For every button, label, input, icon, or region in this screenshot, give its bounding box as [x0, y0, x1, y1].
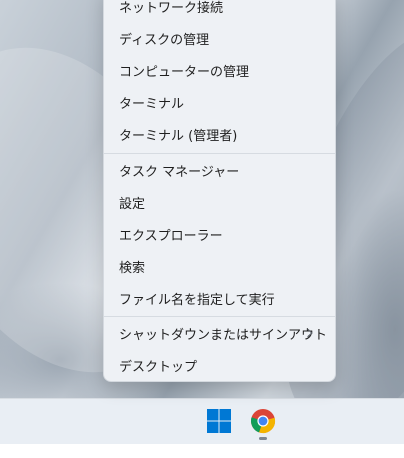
menu-item-task-manager[interactable]: タスク マネージャー [108, 155, 331, 185]
running-indicator [259, 437, 267, 440]
menu-item-settings[interactable]: 設定 [108, 187, 331, 217]
menu-item-label: デスクトップ [119, 359, 198, 375]
menu-item-computer-management[interactable]: コンピューターの管理 [108, 55, 331, 85]
menu-item-disk-management[interactable]: ディスクの管理 [108, 23, 331, 53]
menu-item-label: コンピューターの管理 [119, 64, 250, 80]
menu-item-network-connections[interactable]: ネットワーク接続 [108, 0, 331, 21]
menu-item-search[interactable]: 検索 [108, 251, 331, 281]
menu-item-desktop[interactable]: デスクトップ [108, 350, 331, 380]
menu-separator [104, 316, 335, 317]
menu-item-label: ファイル名を指定して実行 [119, 292, 275, 308]
menu-item-terminal[interactable]: ターミナル [108, 87, 331, 117]
menu-item-label: タスク マネージャー [119, 164, 240, 180]
menu-item-label: ターミナル [119, 96, 185, 112]
menu-item-label: ターミナル (管理者) [119, 128, 238, 144]
menu-item-shutdown-signout[interactable]: シャットダウンまたはサインアウト [108, 318, 331, 348]
menu-item-label: シャットダウンまたはサインアウト [119, 327, 328, 343]
menu-item-terminal-admin[interactable]: ターミナル (管理者) [108, 119, 331, 149]
start-context-menu: ネットワーク接続 ディスクの管理 コンピューターの管理 ターミナル ターミナル … [103, 0, 336, 382]
menu-item-run[interactable]: ファイル名を指定して実行 [108, 283, 331, 313]
menu-item-explorer[interactable]: エクスプローラー [108, 219, 331, 249]
menu-item-label: ネットワーク接続 [119, 0, 224, 16]
menu-item-label: ディスクの管理 [119, 32, 210, 48]
menu-item-label: 設定 [119, 196, 146, 212]
menu-item-label: エクスプローラー [119, 228, 223, 244]
chevron-right-icon [307, 328, 313, 338]
taskbar [0, 398, 404, 444]
menu-separator [104, 153, 335, 154]
chrome-icon[interactable] [250, 408, 276, 434]
windows-start-icon[interactable] [206, 408, 232, 434]
menu-item-label: 検索 [119, 260, 146, 276]
